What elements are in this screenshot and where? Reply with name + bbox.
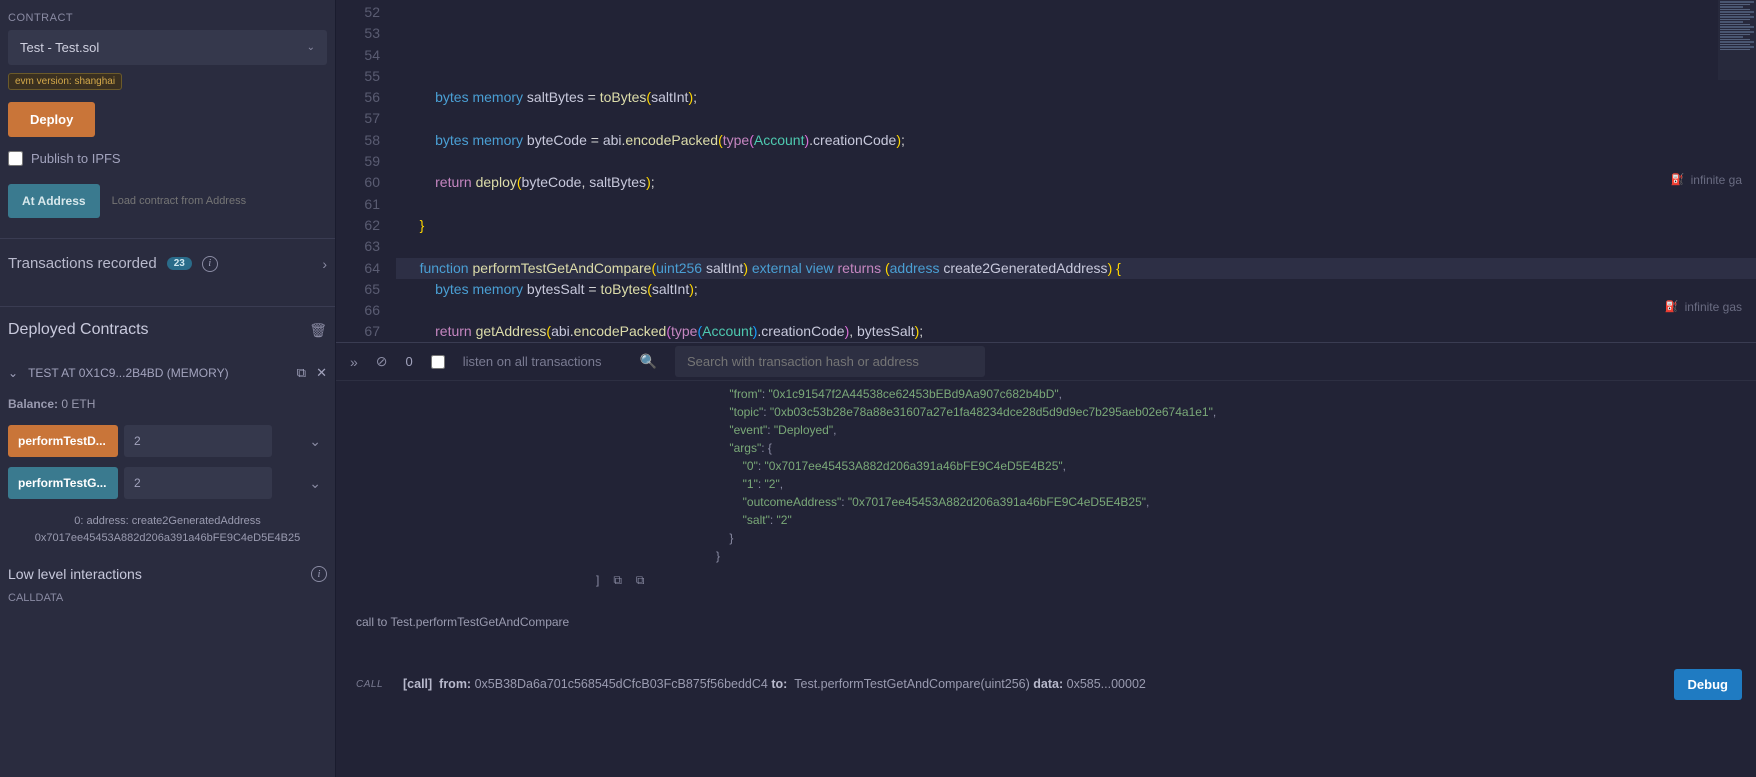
fuel-icon: ⛽ — [1671, 170, 1685, 191]
publish-ipfs-row[interactable]: Publish to IPFS — [8, 151, 327, 166]
publish-ipfs-label: Publish to IPFS — [31, 151, 121, 166]
deploy-sidebar: CONTRACT Test - Test.sol ⌄ evm version: … — [0, 0, 336, 777]
function-performtestg-input[interactable] — [124, 467, 272, 499]
collapse-icon[interactable]: » — [350, 354, 358, 370]
calldata-label: CALLDATA — [8, 592, 327, 604]
info-icon[interactable]: i — [311, 566, 327, 582]
instance-name: TEST AT 0X1C9...2B4BD (MEMORY) — [28, 366, 287, 380]
function-performtestg-button[interactable]: performTestG... — [8, 467, 118, 499]
function-performtestd-button[interactable]: performTestD... — [8, 425, 118, 457]
contract-selector[interactable]: Test - Test.sol ⌄ — [8, 30, 327, 65]
code-editor[interactable]: 5253545556575859606162636465666768 ⛽infi… — [336, 0, 1756, 342]
transactions-recorded-row[interactable]: Transactions recorded 23 i › — [8, 239, 327, 286]
close-icon[interactable]: ✕ — [316, 365, 327, 381]
fuel-icon: ⛽ — [1665, 297, 1679, 318]
chevron-down-icon: ⌄ — [307, 42, 315, 53]
info-icon[interactable]: i — [202, 256, 218, 272]
evm-version-badge: evm version: shanghai — [8, 73, 122, 90]
line-gutter: 5253545556575859606162636465666768 — [336, 0, 396, 342]
at-address-input[interactable] — [108, 184, 327, 218]
gas-hint: ⛽infinite ga — [1671, 170, 1742, 191]
function-output: 0: address: create2GeneratedAddress 0x70… — [8, 509, 327, 556]
terminal-toolbar: » ⊘ 0 listen on all transactions 🔍 — [336, 343, 1756, 381]
copy-icon[interactable]: ⧉ — [636, 571, 645, 589]
deploy-button[interactable]: Deploy — [8, 102, 95, 137]
listen-checkbox[interactable] — [431, 355, 445, 369]
at-address-button[interactable]: At Address — [8, 184, 100, 218]
contract-instance: ⌄ TEST AT 0X1C9...2B4BD (MEMORY) ⧉ ✕ Bal… — [8, 359, 327, 604]
debug-button[interactable]: Debug — [1674, 669, 1742, 700]
search-icon[interactable]: 🔍 — [640, 353, 657, 370]
listen-label: listen on all transactions — [463, 354, 602, 369]
balance-value: 0 ETH — [61, 397, 95, 411]
gas-hint: ⛽infinite gas — [1665, 297, 1742, 318]
ban-icon[interactable]: ⊘ — [376, 353, 388, 370]
terminal-body[interactable]: "from": "0x1c91547f2A44538ce62453bEBd9Aa… — [336, 381, 1756, 777]
chevron-down-icon[interactable]: ⌄ — [303, 475, 327, 492]
tx-recorded-label: Transactions recorded — [8, 255, 157, 272]
copy-icon[interactable]: ⧉ — [613, 571, 622, 589]
contract-label: CONTRACT — [8, 12, 327, 24]
balance-label: Balance: — [8, 397, 58, 411]
call-badge: CALL — [356, 677, 383, 692]
trash-icon[interactable]: 🗑 — [309, 322, 327, 339]
publish-ipfs-checkbox[interactable] — [8, 151, 23, 166]
terminal-search-input[interactable] — [675, 346, 985, 377]
terminal-panel: » ⊘ 0 listen on all transactions 🔍 "from… — [336, 342, 1756, 777]
chevron-right-icon: › — [322, 256, 327, 272]
bracket-close: ] — [596, 571, 599, 589]
minimap[interactable] — [1718, 0, 1756, 80]
tx-count-badge: 23 — [167, 257, 192, 270]
contract-selected: Test - Test.sol — [20, 40, 99, 55]
function-performtestd-input[interactable] — [124, 425, 272, 457]
pending-count: 0 — [406, 354, 413, 369]
chevron-down-icon[interactable]: ⌄ — [303, 433, 327, 450]
copy-icon[interactable]: ⧉ — [297, 365, 306, 381]
deployed-contracts-title: Deployed Contracts — [8, 321, 149, 339]
chevron-down-icon[interactable]: ⌄ — [8, 366, 18, 380]
main-area: 5253545556575859606162636465666768 ⛽infi… — [336, 0, 1756, 777]
code-content[interactable]: ⛽infinite ga ⛽infinite gas bytes memory … — [396, 0, 1756, 342]
low-level-title: Low level interactions — [8, 566, 142, 582]
